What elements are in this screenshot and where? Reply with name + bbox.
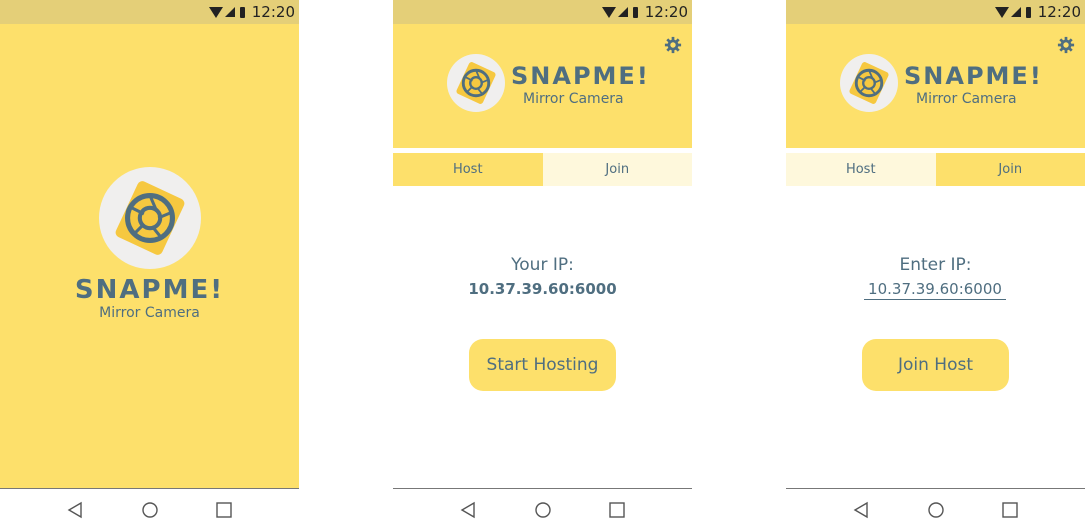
battery-icon — [1025, 6, 1031, 18]
mode-tabs: Host Join — [786, 153, 1085, 186]
home-icon[interactable] — [924, 498, 948, 522]
status-bar: 12:20 — [0, 0, 299, 24]
back-icon[interactable] — [849, 498, 873, 522]
recents-icon[interactable] — [605, 498, 629, 522]
start-hosting-button[interactable]: Start Hosting — [469, 339, 616, 391]
app-name: SNAPME! — [511, 62, 650, 90]
enter-ip-label: Enter IP: — [899, 255, 972, 275]
settings-gear-icon[interactable] — [664, 36, 682, 54]
app-header: SNAPME! Mirror Camera — [393, 24, 692, 148]
recents-icon[interactable] — [212, 498, 236, 522]
join-host-button[interactable]: Join Host — [862, 339, 1009, 391]
status-bar: 12:20 — [786, 0, 1085, 24]
back-icon[interactable] — [63, 498, 87, 522]
battery-icon — [632, 6, 638, 18]
aperture-icon — [115, 181, 185, 255]
ip-input[interactable] — [864, 279, 1006, 300]
aperture-icon — [456, 62, 496, 104]
app-logo — [840, 54, 898, 112]
app-tagline: Mirror Camera — [916, 91, 1017, 107]
navigation-bar — [786, 488, 1085, 531]
app-logo — [447, 54, 505, 112]
status-time: 12:20 — [644, 3, 688, 21]
status-time: 12:20 — [1037, 3, 1081, 21]
tab-join[interactable]: Join — [935, 153, 1085, 186]
battery-icon — [239, 6, 245, 18]
aperture-icon — [849, 62, 889, 104]
splash-background: SNAPME! Mirror Camera — [0, 24, 299, 488]
join-screen: 12:20 SNAPME! Mirror Camera Host Join En… — [786, 0, 1085, 531]
tab-host[interactable]: Host — [786, 153, 936, 186]
tab-host[interactable]: Host — [393, 153, 543, 186]
navigation-bar — [393, 488, 692, 531]
tab-join[interactable]: Join — [542, 153, 692, 186]
signal-icon — [1010, 7, 1021, 17]
status-time: 12:20 — [251, 3, 295, 21]
navigation-bar — [0, 488, 299, 531]
recents-icon[interactable] — [998, 498, 1022, 522]
settings-gear-icon[interactable] — [1057, 36, 1075, 54]
signal-icon — [224, 7, 235, 17]
home-icon[interactable] — [531, 498, 555, 522]
host-screen: 12:20 SNAPME! Mirror Camera Host Join Yo… — [393, 0, 692, 531]
app-tagline: Mirror Camera — [99, 305, 200, 321]
app-name: SNAPME! — [904, 62, 1043, 90]
ip-input-wrapper — [864, 279, 1006, 300]
ip-address: 10.37.39.60:6000 — [468, 280, 617, 298]
app-header: SNAPME! Mirror Camera — [786, 24, 1085, 148]
splash-screen: 12:20 SNAPME! Mirror Camera — [0, 0, 299, 531]
app-logo — [99, 167, 201, 269]
wifi-icon — [208, 6, 223, 18]
mode-tabs: Host Join — [393, 153, 692, 186]
status-bar: 12:20 — [393, 0, 692, 24]
signal-icon — [617, 7, 628, 17]
wifi-icon — [994, 6, 1009, 18]
back-icon[interactable] — [456, 498, 480, 522]
wifi-icon — [601, 6, 616, 18]
ip-label: Your IP: — [511, 255, 574, 275]
home-icon[interactable] — [138, 498, 162, 522]
app-name: SNAPME! — [74, 275, 225, 305]
app-tagline: Mirror Camera — [523, 91, 624, 107]
